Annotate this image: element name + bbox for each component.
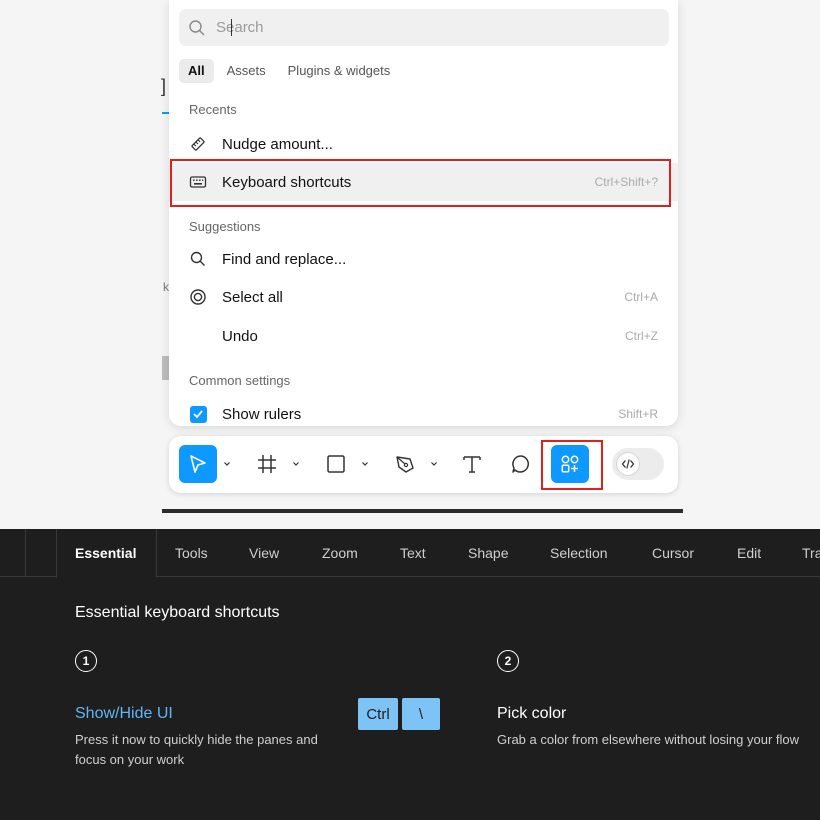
list-item-select-all[interactable]: Select all Ctrl+A — [169, 278, 678, 316]
shortcut-hint: Ctrl+Z — [625, 329, 658, 343]
divider — [25, 529, 26, 577]
tab-shape[interactable]: Shape — [468, 545, 508, 561]
text-tool-button[interactable] — [458, 449, 486, 479]
step-number: 1 — [75, 650, 97, 672]
shortcut-title: Show/Hide UI — [75, 705, 173, 722]
keyboard-shortcuts-panel: Essential Tools View Zoom Text Shape Sel… — [0, 529, 820, 820]
checkmark-icon — [189, 405, 207, 423]
section-label-common-settings: Common settings — [189, 373, 291, 388]
list-item-label: Find and replace... — [222, 250, 347, 268]
tab-zoom[interactable]: Zoom — [322, 545, 358, 561]
tab-edit[interactable]: Edit — [737, 545, 761, 561]
chevron-down-icon[interactable] — [223, 460, 231, 468]
list-item-label: Select all — [222, 288, 283, 306]
frame-icon — [258, 455, 276, 473]
section-label-suggestions: Suggestions — [189, 219, 261, 234]
key-backslash: \ — [402, 698, 440, 730]
tab-all[interactable]: All — [179, 59, 214, 83]
list-item-nudge-amount[interactable]: Nudge amount... — [169, 125, 678, 163]
target-icon — [189, 288, 207, 306]
search-input[interactable] — [216, 19, 636, 36]
chevron-down-icon[interactable] — [292, 460, 300, 468]
tab-selection[interactable]: Selection — [550, 545, 608, 561]
search-box[interactable] — [179, 9, 669, 46]
step-number: 2 — [497, 650, 519, 672]
text-icon — [463, 456, 481, 473]
tab-transform[interactable]: Tra — [802, 545, 820, 561]
background-bracket: ] — [161, 76, 167, 96]
key-ctrl: Ctrl — [358, 698, 398, 730]
frame-tool-button[interactable] — [253, 449, 281, 479]
shortcut-description: Press it now to quickly hide the panes a… — [75, 732, 318, 767]
tab-tools[interactable]: Tools — [175, 545, 208, 561]
command-palette: All Assets Plugins & widgets Recents Nud… — [169, 0, 678, 426]
filter-tabs: All Assets Plugins & widgets — [179, 59, 399, 83]
text-caret — [231, 19, 232, 36]
tab-cursor[interactable]: Cursor — [652, 545, 694, 561]
list-item-label: Show rulers — [222, 405, 302, 423]
rectangle-icon — [327, 455, 345, 473]
tab-plugins-widgets[interactable]: Plugins & widgets — [279, 59, 400, 83]
tab-view[interactable]: View — [249, 545, 279, 561]
list-item-label: Undo — [222, 327, 258, 345]
chevron-down-icon[interactable] — [361, 460, 369, 468]
chevron-down-icon[interactable] — [430, 460, 438, 468]
list-item-undo[interactable]: Undo Ctrl+Z — [169, 317, 678, 355]
background-divider — [162, 509, 683, 513]
list-item-label: Nudge amount... — [222, 135, 333, 153]
highlight-annotation — [541, 440, 603, 490]
shortcut-title: Pick color — [497, 705, 567, 722]
checkbox[interactable] — [189, 405, 207, 423]
comment-icon — [512, 455, 529, 473]
dev-mode-toggle[interactable] — [612, 448, 664, 480]
list-item-find-replace[interactable]: Find and replace... — [169, 240, 678, 278]
search-icon — [189, 250, 207, 268]
search-icon — [189, 19, 205, 35]
move-tool-button[interactable] — [179, 445, 217, 483]
shortcut-hint: Ctrl+A — [624, 290, 658, 304]
shortcut-hint: Shift+R — [618, 407, 658, 421]
pen-tool-button[interactable] — [391, 449, 419, 479]
panel-heading: Essential keyboard shortcuts — [75, 604, 280, 621]
tab-assets[interactable]: Assets — [218, 59, 275, 83]
tab-text[interactable]: Text — [400, 545, 426, 561]
rectangle-tool-button[interactable] — [322, 449, 350, 479]
shortcut-category-tabs: Essential Tools View Zoom Text Shape Sel… — [0, 529, 820, 578]
nudge-icon — [189, 135, 207, 153]
list-item-show-rulers[interactable]: Show rulers Shift+R — [169, 395, 678, 433]
comment-tool-button[interactable] — [507, 449, 535, 479]
tab-essential[interactable]: Essential — [75, 545, 136, 561]
shortcut-description: Grab a color from elsewhere without losi… — [497, 732, 800, 747]
code-icon — [616, 452, 640, 476]
section-label-recents: Recents — [189, 102, 237, 117]
pen-icon — [396, 456, 414, 473]
highlight-annotation — [170, 159, 671, 207]
cursor-icon — [190, 455, 206, 473]
